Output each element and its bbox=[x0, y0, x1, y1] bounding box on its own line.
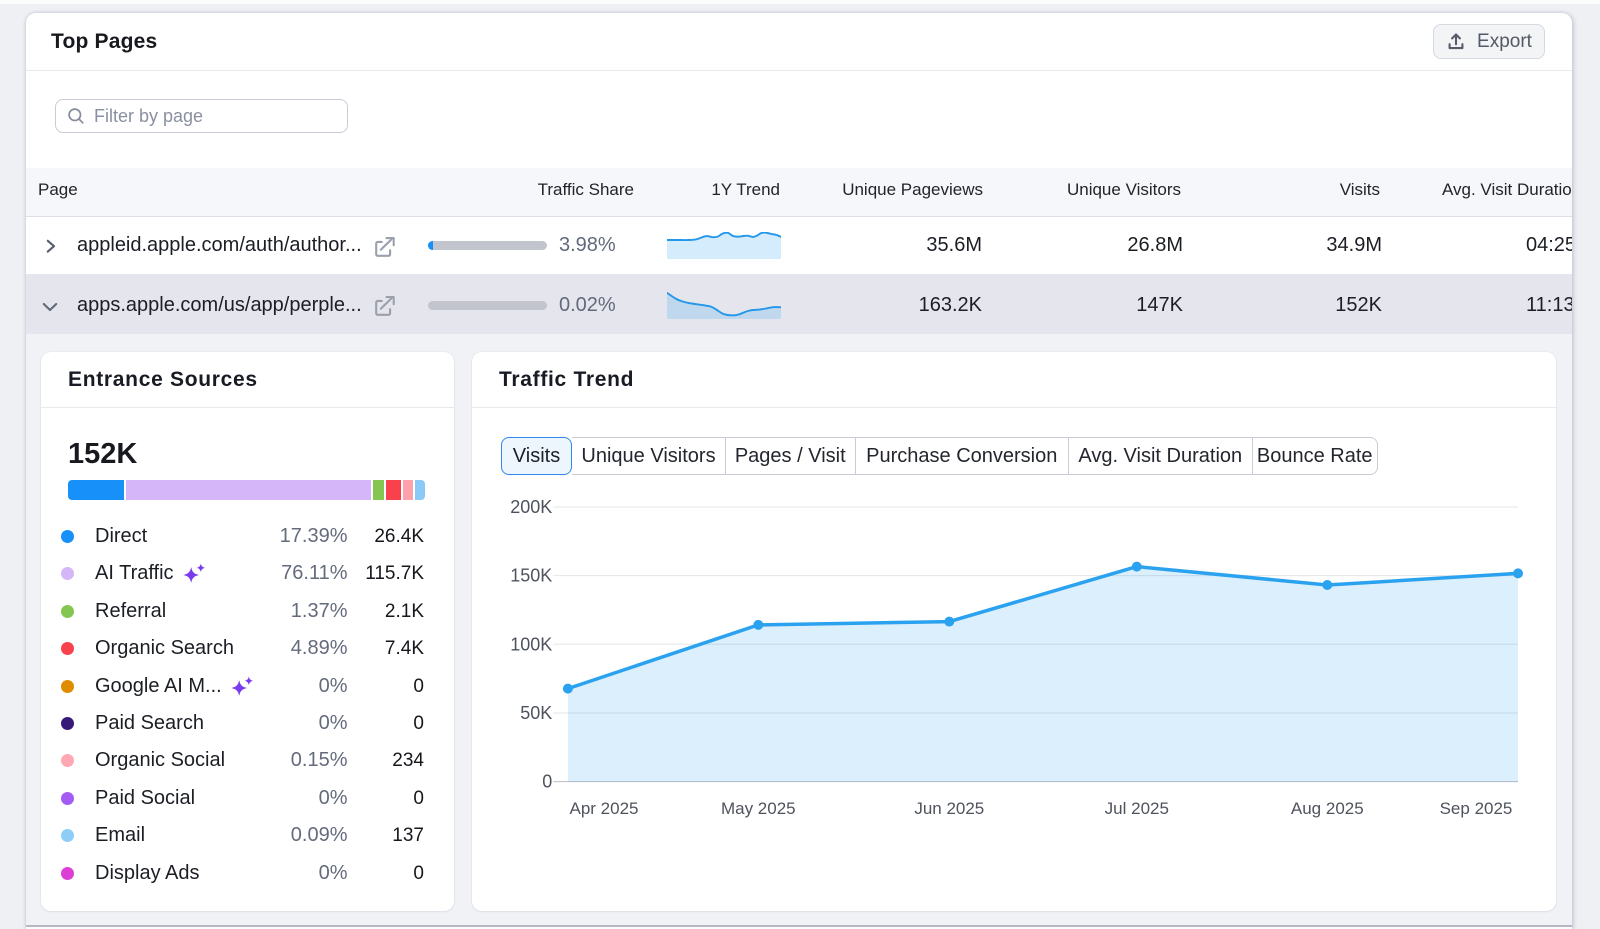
svg-text:Jun 2025: Jun 2025 bbox=[914, 799, 984, 818]
svg-text:Sep 2025: Sep 2025 bbox=[1440, 799, 1513, 818]
svg-text:Aug 2025: Aug 2025 bbox=[1291, 799, 1364, 818]
svg-text:Apr 2025: Apr 2025 bbox=[570, 799, 639, 818]
svg-text:200K: 200K bbox=[510, 497, 552, 517]
svg-text:0: 0 bbox=[542, 772, 552, 792]
svg-text:May 2025: May 2025 bbox=[721, 799, 796, 818]
svg-text:150K: 150K bbox=[510, 566, 552, 586]
svg-text:50K: 50K bbox=[520, 703, 552, 723]
svg-text:100K: 100K bbox=[510, 634, 552, 654]
svg-text:Jul 2025: Jul 2025 bbox=[1105, 799, 1169, 818]
